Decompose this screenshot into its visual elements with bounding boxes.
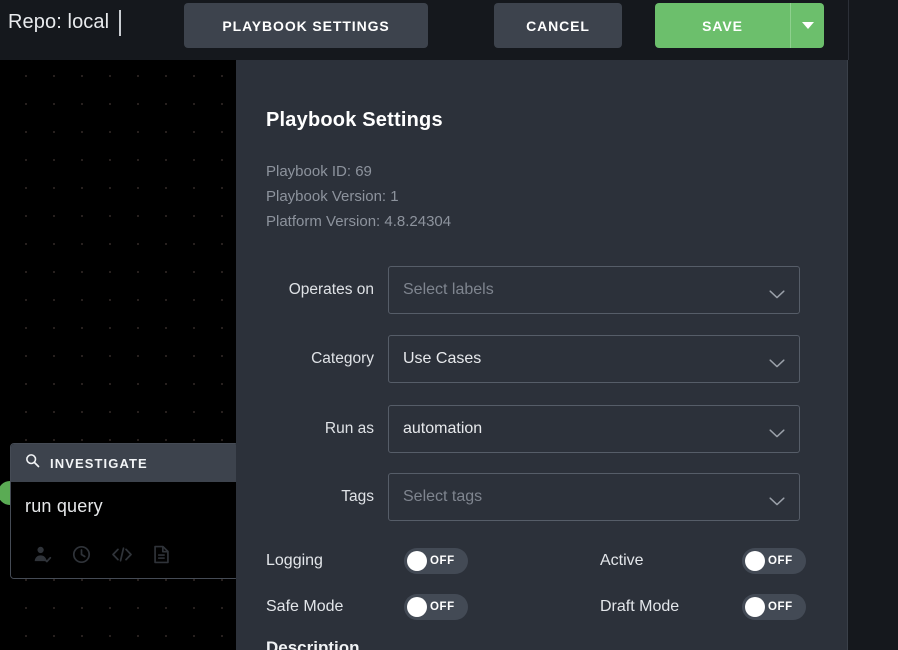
- label-operates-on: Operates on: [288, 281, 374, 298]
- select-operates-on-placeholder: Select labels: [403, 281, 494, 298]
- toggle-logging[interactable]: OFF: [404, 548, 468, 574]
- code-icon[interactable]: [111, 545, 133, 564]
- toggle-group-safe-mode: Safe Mode OFF: [266, 584, 468, 630]
- select-tags[interactable]: Select tags: [388, 473, 800, 521]
- toggle-grid: Logging OFF Active OFF Safe Mode OFF Dra…: [236, 538, 848, 630]
- node-header-title: INVESTIGATE: [50, 455, 148, 471]
- toggle-group-active: Active OFF: [600, 538, 806, 584]
- select-run-as[interactable]: automation: [388, 405, 800, 453]
- chevron-down-icon: [801, 22, 814, 29]
- select-operates-on[interactable]: Select labels: [388, 266, 800, 314]
- playbook-node-investigate[interactable]: INVESTIGATE run query: [10, 443, 239, 579]
- cancel-button[interactable]: CANCEL: [494, 3, 622, 48]
- toggle-draft-mode-state: OFF: [768, 601, 793, 613]
- platform-version-text: Platform Version: 4.8.24304: [266, 213, 452, 230]
- chevron-down-icon: [769, 425, 785, 443]
- toggle-row-1: Logging OFF Active OFF: [236, 538, 848, 584]
- toggle-active[interactable]: OFF: [742, 548, 806, 574]
- user-check-icon[interactable]: [33, 545, 52, 564]
- page-title: Playbook Settings: [266, 109, 443, 131]
- select-category-value: Use Cases: [403, 350, 482, 367]
- toggle-draft-mode[interactable]: OFF: [742, 594, 806, 620]
- chevron-down-icon: [769, 493, 785, 511]
- node-footer-icons: [33, 545, 170, 564]
- toolbar-right-divider: [848, 0, 849, 60]
- toggle-active-state: OFF: [768, 555, 793, 567]
- description-heading: Description: [266, 638, 360, 650]
- toggle-knob: [407, 597, 427, 617]
- playbook-version-text: Playbook Version: 1: [266, 188, 399, 205]
- toggle-knob: [745, 551, 765, 571]
- repo-label: Repo: local: [8, 11, 110, 33]
- playbook-settings-button[interactable]: PLAYBOOK SETTINGS: [184, 3, 428, 48]
- label-logging: Logging: [266, 552, 323, 569]
- toggle-knob: [407, 551, 427, 571]
- form-row-tags: Tags Select tags: [236, 473, 848, 521]
- toggle-group-draft-mode: Draft Mode OFF: [600, 584, 806, 630]
- toggle-knob: [745, 597, 765, 617]
- text-cursor: [119, 10, 121, 36]
- top-toolbar: Repo: local PLAYBOOK SETTINGS CANCEL SAV…: [0, 0, 898, 60]
- clock-icon[interactable]: [72, 545, 91, 564]
- toggle-group-logging: Logging OFF: [266, 538, 468, 584]
- playbook-editor-window: INVESTIGATE run query Playbook Settings …: [0, 0, 898, 650]
- select-category[interactable]: Use Cases: [388, 335, 800, 383]
- form-row-category: Category Use Cases: [236, 335, 848, 383]
- toggle-safe-mode-state: OFF: [430, 601, 455, 613]
- save-button[interactable]: SAVE: [655, 3, 790, 48]
- chevron-down-icon: [769, 286, 785, 304]
- node-title: run query: [25, 496, 103, 516]
- label-draft-mode: Draft Mode: [600, 598, 680, 615]
- search-icon: [25, 453, 40, 473]
- form-row-operates-on: Operates on Select labels: [236, 266, 848, 314]
- label-tags: Tags: [341, 488, 374, 505]
- label-safe-mode: Safe Mode: [266, 598, 344, 615]
- toggle-row-2: Safe Mode OFF Draft Mode OFF: [236, 584, 848, 630]
- node-header: INVESTIGATE: [11, 444, 238, 482]
- document-icon[interactable]: [153, 545, 170, 564]
- select-run-as-value: automation: [403, 420, 483, 437]
- canvas-right-gutter: [848, 60, 898, 650]
- playbook-id-text: Playbook ID: 69: [266, 163, 372, 180]
- select-tags-placeholder: Select tags: [403, 488, 483, 505]
- form-row-run-as: Run as automation: [236, 405, 848, 453]
- toggle-safe-mode[interactable]: OFF: [404, 594, 468, 620]
- panel-right-divider: [847, 60, 848, 650]
- toggle-logging-state: OFF: [430, 555, 455, 567]
- label-run-as: Run as: [324, 420, 374, 437]
- playbook-settings-panel: Playbook Settings Playbook ID: 69 Playbo…: [236, 60, 848, 650]
- node-body: run query: [11, 482, 238, 578]
- chevron-down-icon: [769, 355, 785, 373]
- label-category: Category: [311, 350, 374, 367]
- save-dropdown-button[interactable]: [790, 3, 824, 48]
- playbook-metadata: Playbook ID: 69 Playbook Version: 1 Plat…: [266, 159, 451, 234]
- label-active: Active: [600, 552, 644, 569]
